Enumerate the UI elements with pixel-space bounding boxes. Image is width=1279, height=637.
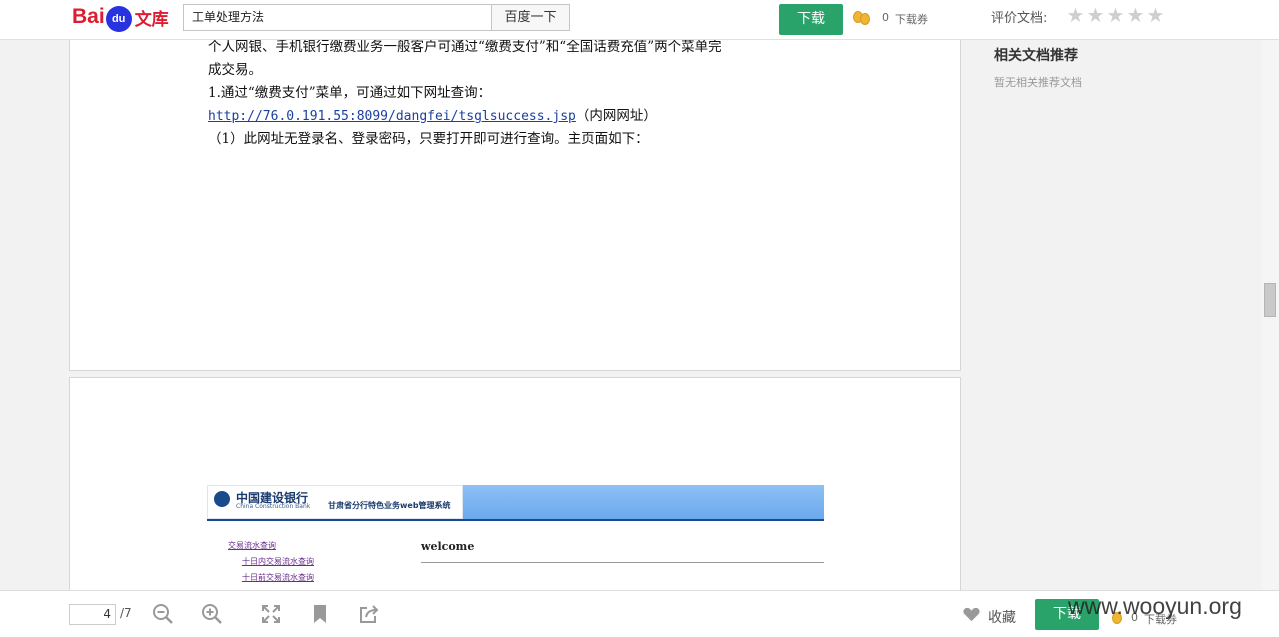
share-icon[interactable] [358,603,380,625]
page-number-input[interactable]: 4 [69,604,116,625]
doc-link-suffix: （内网网址） [575,108,657,124]
system-name: 甘肃省分行特色业务web管理系统 [328,501,451,510]
coin-label: 下载券 [895,13,928,26]
coin-count: 0 [882,11,889,24]
welcome-text: welcome [421,540,475,553]
scrollbar-thumb[interactable] [1264,283,1276,317]
doc-link-line: http://76.0.191.55:8099/dangfei/tsglsucc… [208,104,657,124]
scrollbar[interactable] [1262,40,1279,590]
baidu-paw-icon: du [105,6,132,32]
doc-text-line: 成交易。 [208,62,262,78]
star-icon[interactable]: ★ [1086,5,1105,25]
doc-text-line: （1）此网址无登录名、登录密码，只要打开即可进行查询。主页面如下： [208,131,649,147]
bookmark-icon[interactable] [309,603,331,625]
star-icon[interactable]: ★ [1126,5,1145,25]
rating-label: 评价文档: [991,11,1048,26]
menu-item: 交易流水查询 [228,541,276,550]
download-button[interactable]: 下载 [779,4,843,35]
doc-url-link[interactable]: http://76.0.191.55:8099/dangfei/tsglsucc… [208,109,576,124]
menu-item: 十日内交易流水查询 [242,557,314,566]
star-icon[interactable]: ★ [1106,5,1125,25]
coin-icon [853,10,873,25]
top-header: Bai du 文库 工单处理方法 百度一下 下载 0 下载券 评价文档: ★ ★ ★… [0,0,1279,40]
rating-stars[interactable]: ★ ★ ★ ★ ★ [1066,5,1165,25]
heart-icon[interactable] [962,605,981,624]
zoom-in-icon[interactable] [201,603,223,625]
bank-name-en: China Construction Bank [236,503,311,510]
related-docs-title: 相关文档推荐 [994,48,1078,64]
star-icon[interactable]: ★ [1146,5,1165,25]
doc-text-line: 1.通过“缴费支付”菜单，可通过如下网址查询： [208,85,492,101]
favorite-button[interactable]: 收藏 [988,607,1016,627]
ccb-logo-icon [214,491,230,507]
page-total: /7 [120,606,132,620]
related-docs-empty: 暂无相关推荐文档 [994,76,1082,89]
star-icon[interactable]: ★ [1066,5,1085,25]
zoom-out-icon[interactable] [152,603,174,625]
search-button[interactable]: 百度一下 [491,4,570,31]
search-input[interactable]: 工单处理方法 [183,4,491,31]
ccb-banner-image: 中国建设银行 China Construction Bank 甘肃省分行特色业务… [207,485,824,521]
fullscreen-icon[interactable] [260,603,282,625]
document-page-3: 个人网银、手机银行缴费业务一般客户可通过“缴费支付”和“全国话费充值”两个菜单完… [69,0,961,371]
baidu-wenku-logo[interactable]: Bai du 文库 [72,2,169,32]
wooyun-watermark: www.wooyun.org [1068,593,1242,619]
divider [421,562,824,563]
menu-item: 十日前交易流水查询 [242,573,314,582]
document-page-4: 中国建设银行 China Construction Bank 甘肃省分行特色业务… [69,377,961,607]
